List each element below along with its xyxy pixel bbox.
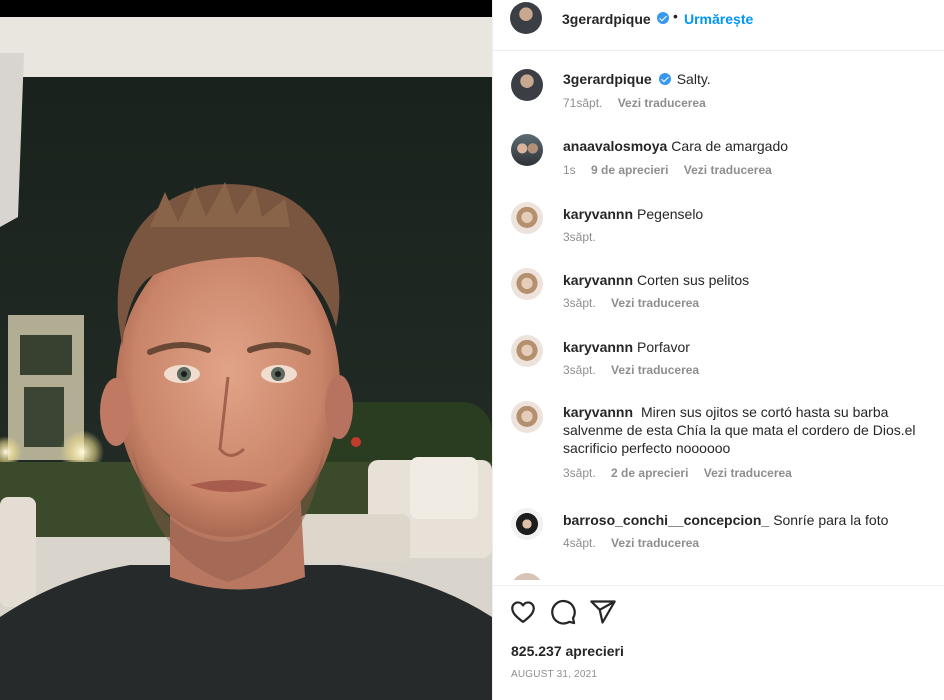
separator-dot: • xyxy=(673,8,678,24)
commenter-username[interactable]: karyvannn xyxy=(563,339,633,355)
post-header: 3gerardpique • Urmărește xyxy=(493,0,944,51)
see-translation-button[interactable]: Vezi traducerea xyxy=(684,163,772,177)
post-date[interactable]: AUGUST 31, 2021 xyxy=(511,669,597,680)
see-translation-button[interactable]: Vezi traducerea xyxy=(704,466,792,480)
comment-meta: 1s 9 de aprecieri Vezi traducerea xyxy=(563,163,784,177)
comment-text-line: karyvannn Pegenselo xyxy=(563,205,944,223)
commenter-username[interactable]: karyvannn xyxy=(563,206,633,222)
comment-text-line: karyvannn Porfavor xyxy=(563,338,944,356)
comment-text-line: barroso_conchi__concepcion_ Sonríe para l… xyxy=(563,511,944,529)
commenter-username[interactable]: barroso_conchi__concepcion_ xyxy=(563,512,769,528)
comment-text-line: karyvannn Miren sus ojitos se cortó hast… xyxy=(563,403,944,457)
comment-meta: 3săpt. xyxy=(563,230,608,244)
author-username[interactable]: 3gerardpique xyxy=(562,11,651,27)
post-sidebar: 3gerardpique • Urmărește 3gerardpique Sal… xyxy=(492,0,944,700)
selfie-image xyxy=(0,17,492,700)
comment-likes[interactable]: 2 de aprecieri xyxy=(611,466,688,480)
comment-time[interactable]: 3săpt. xyxy=(563,363,596,377)
comment-time[interactable]: 3săpt. xyxy=(563,466,596,480)
comment-text: Cara de amargado xyxy=(671,138,789,154)
comment-meta: 4săpt. Vezi traducerea xyxy=(563,536,711,550)
commenter-avatar[interactable] xyxy=(511,134,543,166)
comment-meta: 3săpt. Vezi traducerea xyxy=(563,363,711,377)
likes-count[interactable]: 825.237 aprecieri xyxy=(511,643,624,659)
commenter-avatar[interactable] xyxy=(511,508,543,540)
comment-text-line: karyvannn Corten sus pelitos xyxy=(563,271,944,289)
comment-time[interactable]: 3săpt. xyxy=(563,230,596,244)
comment-text: Sonríe para la foto xyxy=(773,512,889,528)
comment-icon[interactable] xyxy=(549,598,577,626)
comment-text: Pegenselo xyxy=(637,206,704,222)
author-avatar[interactable] xyxy=(510,2,542,34)
commenter-username[interactable]: karyvannn xyxy=(563,272,633,288)
commenter-username[interactable]: anaavalosmoya xyxy=(563,138,667,154)
share-icon[interactable] xyxy=(589,598,617,626)
comment-time[interactable]: 3săpt. xyxy=(563,296,596,310)
comments-list[interactable]: 3gerardpique Salty. 71săpt. Vezi traducer… xyxy=(493,52,944,580)
actions-divider xyxy=(493,585,944,586)
caption-username[interactable]: 3gerardpique xyxy=(563,71,652,87)
see-translation-button[interactable]: Vezi traducerea xyxy=(611,536,699,550)
comment-text: Porfavor xyxy=(637,339,690,355)
comment-meta: 3săpt. 2 de aprecieri Vezi traducerea xyxy=(563,466,804,480)
caption-text: Salty. xyxy=(676,71,711,87)
commenter-avatar[interactable] xyxy=(511,202,543,234)
author-avatar[interactable] xyxy=(511,69,543,101)
commenter-username[interactable]: karyvannn xyxy=(563,404,633,420)
verified-badge-icon xyxy=(657,12,669,24)
follow-button[interactable]: Urmărește xyxy=(684,11,753,27)
post-photo[interactable] xyxy=(0,0,492,700)
comment-meta: 3săpt. Vezi traducerea xyxy=(563,296,711,310)
comment-text: Corten sus pelitos xyxy=(637,272,750,288)
comment-time[interactable]: 4săpt. xyxy=(563,536,596,550)
verified-badge-icon xyxy=(658,73,671,85)
comment-time[interactable]: 1s xyxy=(563,163,576,177)
comment-likes[interactable]: 9 de aprecieri xyxy=(591,163,668,177)
commenter-avatar[interactable] xyxy=(511,335,543,367)
heart-icon[interactable] xyxy=(509,598,537,626)
caption-text-line: 3gerardpique Salty. xyxy=(563,70,944,88)
see-translation-button[interactable]: Vezi traducerea xyxy=(611,296,699,310)
commenter-avatar[interactable] xyxy=(511,268,543,300)
commenter-avatar[interactable] xyxy=(511,573,543,580)
caption-meta: 71săpt. Vezi traducerea xyxy=(563,96,718,110)
caption-time[interactable]: 71săpt. xyxy=(563,96,602,110)
comment-text-line: anaavalosmoya Cara de amargado xyxy=(563,137,944,155)
commenter-avatar[interactable] xyxy=(511,401,543,433)
see-translation-button[interactable]: Vezi traducerea xyxy=(618,96,706,110)
see-translation-button[interactable]: Vezi traducerea xyxy=(611,363,699,377)
photo-top-bar xyxy=(0,0,492,17)
